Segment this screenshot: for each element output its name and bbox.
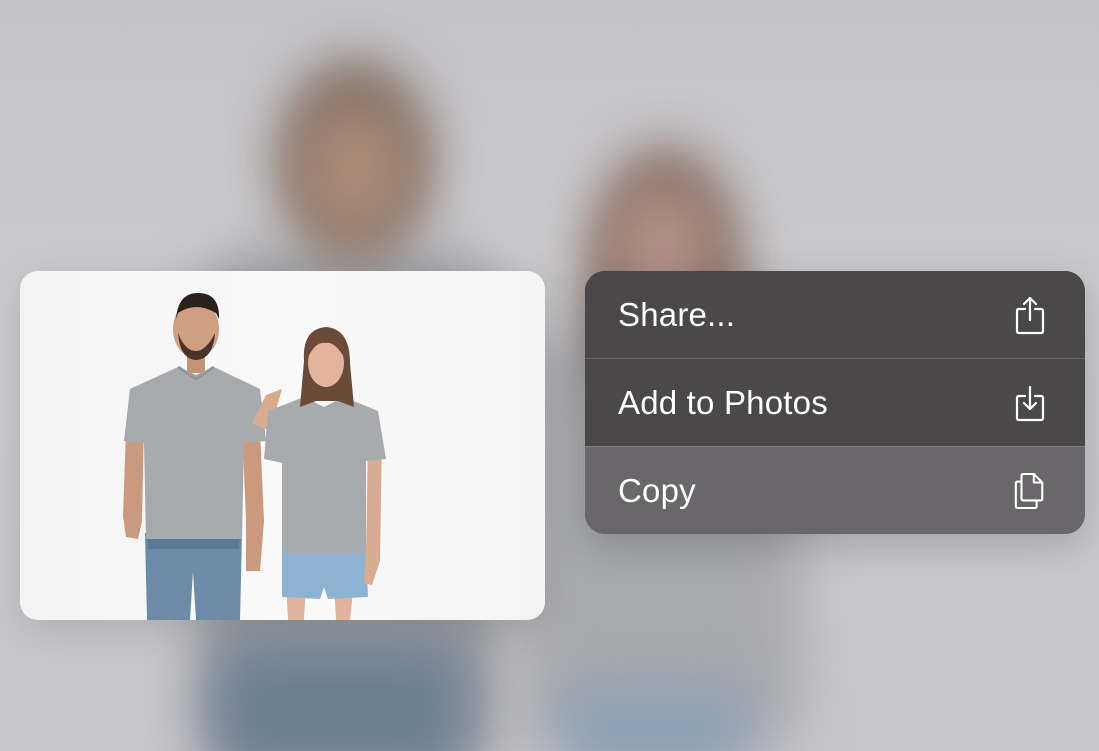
share-menu-item[interactable]: Share... — [585, 271, 1085, 358]
save-to-photos-icon — [1013, 383, 1047, 423]
add-to-photos-label: Add to Photos — [618, 383, 828, 421]
share-label: Share... — [618, 295, 736, 333]
copy-menu-item[interactable]: Copy — [585, 446, 1085, 534]
add-to-photos-menu-item[interactable]: Add to Photos — [585, 358, 1085, 446]
woman-figure — [252, 327, 386, 620]
photo-illustration — [123, 293, 386, 620]
share-icon — [1013, 295, 1047, 335]
blurred-man-jeans — [210, 640, 470, 751]
copy-icon — [1013, 471, 1047, 511]
blurred-man-face — [300, 100, 410, 240]
blurred-woman-shorts — [560, 690, 750, 751]
copy-label: Copy — [618, 471, 696, 509]
image-preview[interactable] — [20, 271, 545, 620]
man-figure — [123, 293, 266, 620]
context-menu: Share... Add to Photos Copy — [585, 271, 1085, 534]
